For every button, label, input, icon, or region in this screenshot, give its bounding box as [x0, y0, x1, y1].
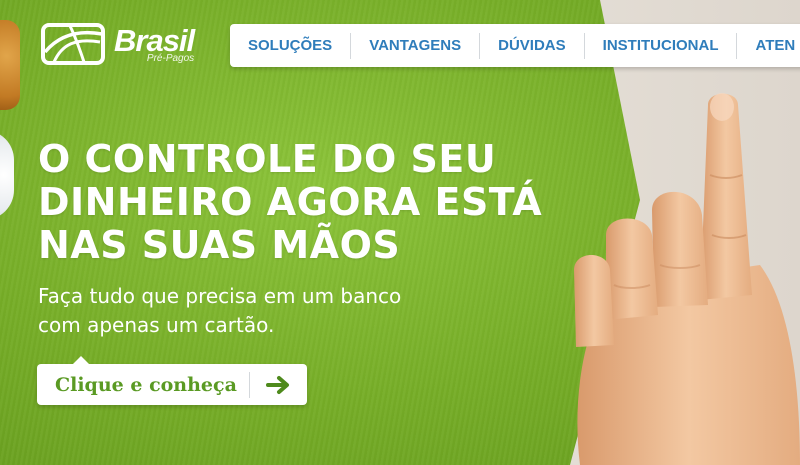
nav-item-duvidas[interactable]: DÚVIDAS [480, 32, 585, 59]
card-logo-icon [41, 23, 105, 65]
arrow-right-icon [250, 364, 307, 405]
hand-image [574, 93, 800, 465]
logo-name: Brasil [114, 22, 195, 58]
nav-item-vantagens[interactable]: VANTAGENS [351, 32, 481, 59]
cookie-decoration [0, 20, 20, 110]
headline-line-3: NAS SUAS MÃOS [38, 223, 401, 267]
headline-line-2: DINHEIRO AGORA ESTÁ [38, 180, 543, 224]
logo-text: Brasil Pré-Pagos [114, 22, 195, 64]
logo-subtitle: Pré-Pagos [146, 52, 195, 64]
main-nav: SOLUÇÕES VANTAGENS DÚVIDAS INSTITUCIONAL… [230, 24, 800, 67]
subline-line-1: Faça tudo que precisa em um banco [38, 284, 402, 308]
cta-button[interactable]: Clique e conheça [37, 356, 307, 405]
hero-subline: Faça tudo que precisa em um banco com ap… [38, 282, 458, 340]
hero-headline: O CONTROLE DO SEU DINHEIRO AGORA ESTÁ NA… [38, 138, 558, 267]
nav-item-institucional[interactable]: INSTITUCIONAL [585, 32, 738, 59]
headline-line-1: O CONTROLE DO SEU [38, 137, 497, 181]
cta-label: Clique e conheça [55, 373, 237, 396]
nav-item-atendimento[interactable]: ATEN [737, 33, 800, 59]
subline-line-2: com apenas um cartão. [38, 313, 275, 337]
nav-item-solucoes[interactable]: SOLUÇÕES [230, 32, 352, 59]
brand-logo[interactable]: Brasil Pré-Pagos [40, 22, 195, 66]
